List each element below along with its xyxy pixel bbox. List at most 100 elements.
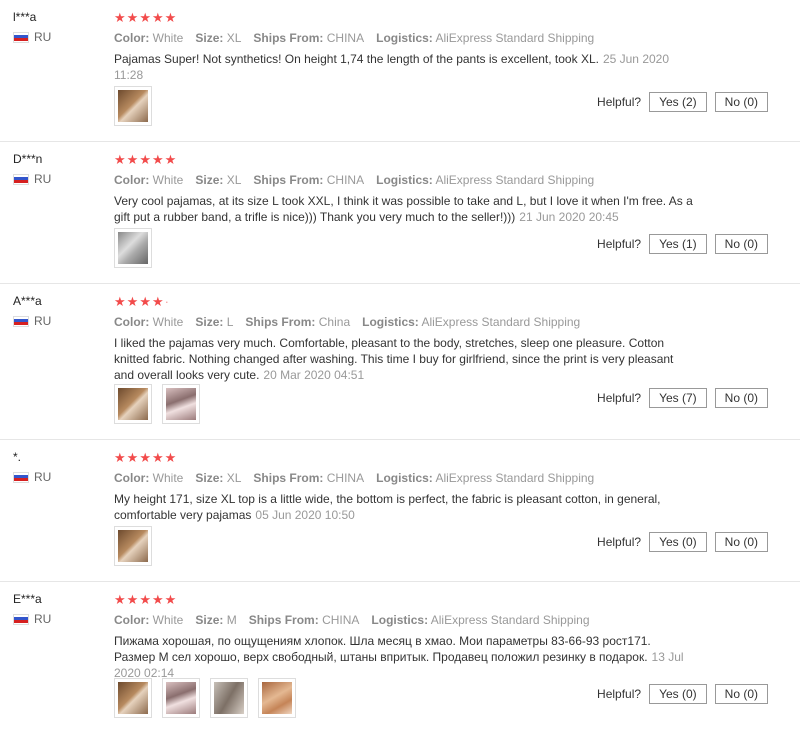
review-photo-thumbnail[interactable] <box>210 678 248 718</box>
attr-label-logistics: Logistics: <box>362 315 419 329</box>
reviewer-info: *. RU <box>13 450 103 484</box>
attr-label-logistics: Logistics: <box>376 173 433 187</box>
attr-value-logistics: AliExpress Standard Shipping <box>430 613 590 627</box>
reviewer-country: RU <box>13 314 103 328</box>
star-icon: ★ <box>139 10 152 25</box>
review-date: 05 Jun 2020 10:50 <box>255 508 355 522</box>
helpful-yes-button[interactable]: Yes (7) <box>649 388 707 408</box>
attr-label-ships-from: Ships From: <box>253 471 324 485</box>
attr-value-logistics: AliExpress Standard Shipping <box>435 471 595 485</box>
country-code: RU <box>34 172 52 186</box>
helpful-yes-button[interactable]: Yes (0) <box>649 532 707 552</box>
star-icon: ★ <box>151 152 165 167</box>
attr-value-logistics: AliExpress Standard Shipping <box>435 31 595 45</box>
attr-value-ships-from: CHINA <box>326 31 365 45</box>
review-item: E***a RU ★★★★★ Color: White Size: M Ships Fro… <box>0 582 800 732</box>
helpful-label: Helpful? <box>597 95 642 109</box>
review-photo-thumbnail[interactable] <box>258 678 296 718</box>
reviewer-country: RU <box>13 30 103 44</box>
attr-label-ships-from: Ships From: <box>245 315 316 329</box>
attr-label-ships-from: Ships From: <box>253 31 324 45</box>
review-item: *. RU ★★★★★ Color: White Size: XL Ships From:… <box>0 440 800 582</box>
star-icon: ★ <box>114 294 127 309</box>
review-photo-thumbnail[interactable] <box>162 678 200 718</box>
attr-label-logistics: Logistics: <box>371 613 429 627</box>
review-body: My height 171, size XL top is a little w… <box>114 492 661 522</box>
star-rating: ★★★★★ <box>114 450 770 466</box>
review-photos <box>114 228 152 268</box>
helpful-yes-button[interactable]: Yes (2) <box>649 92 707 112</box>
reviewer-country: RU <box>13 612 103 626</box>
star-icon: ★ <box>126 152 140 167</box>
helpful-votes: Helpful? Yes (0) No (0) <box>597 532 768 552</box>
attr-value-color: White <box>152 315 184 329</box>
attr-value-color: White <box>152 471 184 485</box>
order-attributes: Color: White Size: XL Ships From: CHINA Log… <box>114 172 770 188</box>
reviewer-info: A***a RU <box>13 294 103 328</box>
review-body: I liked the pajamas very much. Comfortab… <box>114 336 674 382</box>
star-icon: ★ <box>114 10 127 25</box>
reviewer-name: *. <box>13 450 22 464</box>
attr-label-color: Color: <box>114 471 150 485</box>
review-text: I liked the pajamas very much. Comfortab… <box>114 335 694 383</box>
attr-value-size: XL <box>226 31 242 45</box>
russia-flag-icon <box>13 471 29 483</box>
review-photo-thumbnail[interactable] <box>114 678 152 718</box>
helpful-label: Helpful? <box>597 391 642 405</box>
helpful-no-button[interactable]: No (0) <box>714 234 768 254</box>
helpful-votes: Helpful? Yes (2) No (0) <box>597 92 768 112</box>
review-item: D***n RU ★★★★★ Color: White Size: XL Ships Fr… <box>0 142 800 284</box>
helpful-no-button[interactable]: No (0) <box>714 92 768 112</box>
review-date: 20 Mar 2020 04:51 <box>263 368 365 382</box>
review-photo-thumbnail[interactable] <box>114 384 152 424</box>
star-icon: · <box>164 294 170 309</box>
attr-value-ships-from: CHINA <box>326 471 365 485</box>
review-body: Pajamas Super! Not synthetics! On height… <box>114 52 599 66</box>
star-icon: ★ <box>164 10 178 25</box>
attr-label-color: Color: <box>114 31 150 45</box>
helpful-no-button[interactable]: No (0) <box>714 684 768 704</box>
review-item: l***a RU ★★★★★ Color: White Size: XL Ships Fr… <box>0 0 800 142</box>
star-icon: ★ <box>126 294 140 309</box>
reviewer-info: D***n RU <box>13 152 103 186</box>
attr-label-size: Size: <box>195 173 224 187</box>
review-photos <box>114 678 296 718</box>
review-photos <box>114 86 152 126</box>
helpful-votes: Helpful? Yes (7) No (0) <box>597 388 768 408</box>
russia-flag-icon <box>13 173 29 185</box>
review-content: ★★★★★ Color: White Size: M Ships From: CHIN… <box>114 592 770 681</box>
russia-flag-icon <box>13 315 29 327</box>
star-icon: ★ <box>114 592 127 607</box>
review-photo-thumbnail[interactable] <box>114 526 152 566</box>
review-text: Very cool pajamas, at its size L took XX… <box>114 193 694 225</box>
review-body: Пижама хорошая, по ощущениям хлопок. Шла… <box>114 634 651 664</box>
star-icon: ★ <box>151 450 165 465</box>
attr-label-color: Color: <box>114 315 150 329</box>
star-icon: ★ <box>126 592 140 607</box>
attr-label-size: Size: <box>195 315 224 329</box>
star-icon: ★ <box>164 592 178 607</box>
attr-label-ships-from: Ships From: <box>248 613 319 627</box>
order-attributes: Color: White Size: M Ships From: CHINA Logi… <box>114 612 770 628</box>
review-photo-thumbnail[interactable] <box>114 86 152 126</box>
review-photo-thumbnail[interactable] <box>114 228 152 268</box>
review-photo-thumbnail[interactable] <box>162 384 200 424</box>
review-content: ★★★★★ Color: White Size: XL Ships From: CHI… <box>114 10 770 83</box>
helpful-no-button[interactable]: No (0) <box>714 532 768 552</box>
attr-value-color: White <box>152 173 184 187</box>
helpful-votes: Helpful? Yes (1) No (0) <box>597 234 768 254</box>
helpful-yes-button[interactable]: Yes (1) <box>649 234 707 254</box>
helpful-yes-button[interactable]: Yes (0) <box>649 684 707 704</box>
star-rating: ★★★★★ <box>114 592 770 608</box>
helpful-label: Helpful? <box>597 237 642 251</box>
star-icon: ★ <box>164 450 178 465</box>
helpful-no-button[interactable]: No (0) <box>714 388 768 408</box>
russia-flag-icon <box>13 613 29 625</box>
reviewer-info: E***a RU <box>13 592 103 626</box>
country-code: RU <box>34 30 52 44</box>
review-item: A***a RU ★★★★· Color: White Size: L Ships Fro… <box>0 284 800 440</box>
reviewer-country: RU <box>13 470 103 484</box>
attr-value-size: XL <box>226 173 242 187</box>
star-rating: ★★★★★ <box>114 152 770 168</box>
attr-label-size: Size: <box>195 613 224 627</box>
